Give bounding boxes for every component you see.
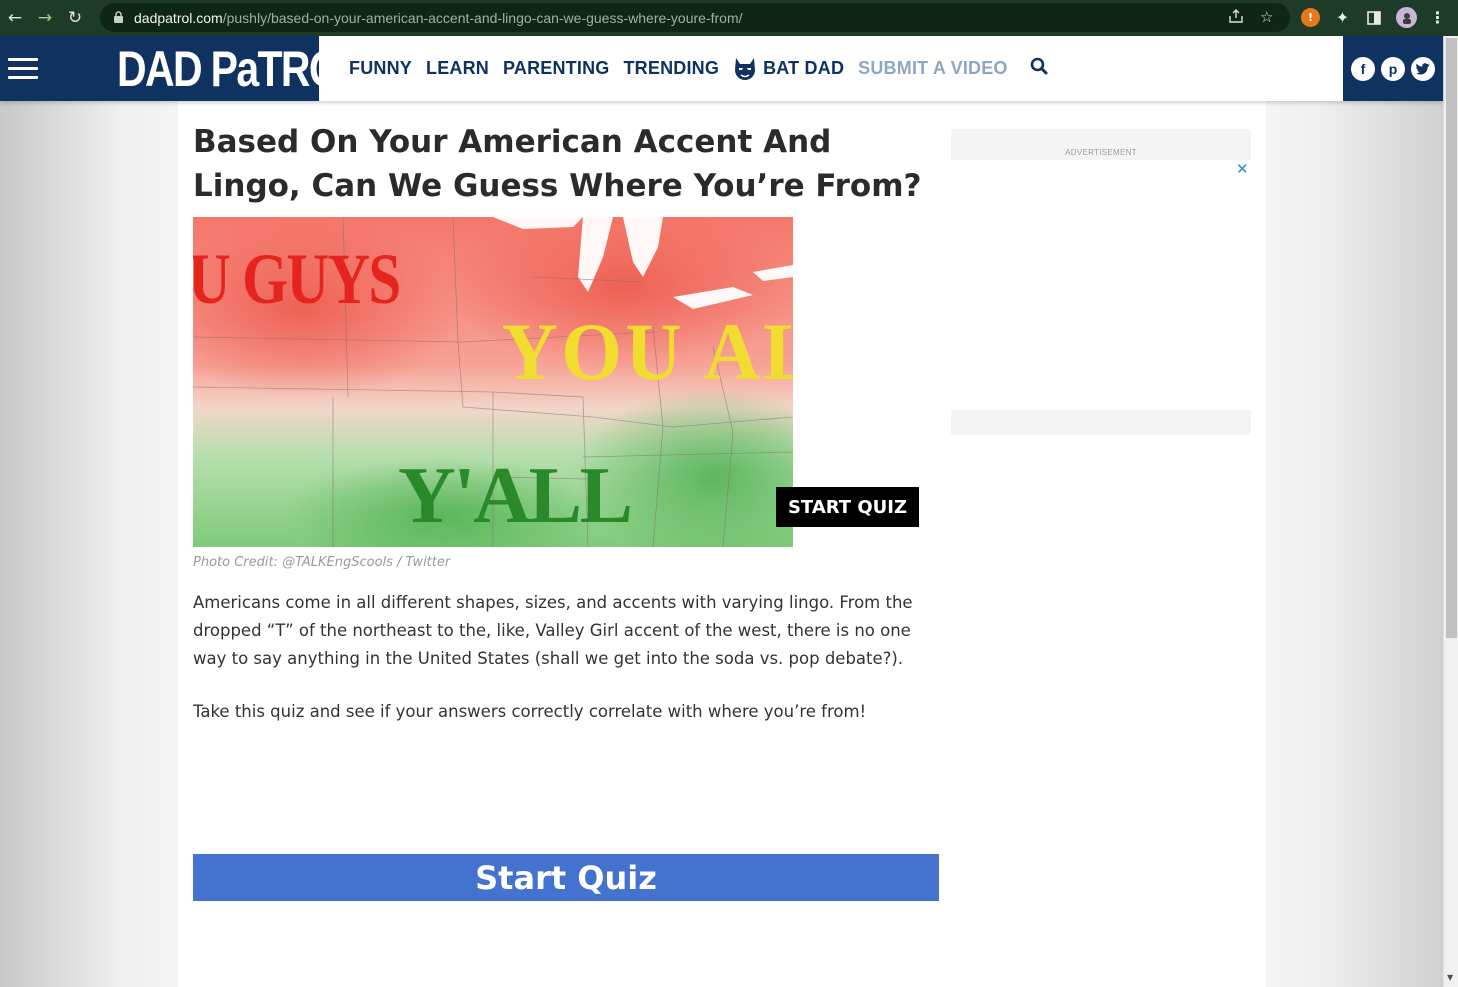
start-quiz-badge[interactable]: START QUIZ bbox=[776, 487, 919, 527]
scroll-thumb[interactable] bbox=[1446, 38, 1457, 638]
site-header: DAD PaTROL FUNNY LEARN PARENTING TRENDIN… bbox=[0, 36, 1443, 101]
hero-map-image: U GUYS YOU AL Y'ALL bbox=[193, 217, 793, 547]
article-body: Americans come in all different shapes, … bbox=[193, 589, 938, 751]
address-bar[interactable]: dadpatrol.com/pushly/based-on-your-ameri… bbox=[100, 3, 1290, 32]
bat-mask-icon bbox=[735, 57, 756, 80]
nav-bat-dad[interactable]: BAT DAD bbox=[733, 56, 844, 82]
svg-text:U GUYS: U GUYS bbox=[193, 240, 401, 320]
paragraph-intro: Americans come in all different shapes, … bbox=[193, 593, 913, 668]
bookmark-star-icon[interactable]: ☆ bbox=[1260, 8, 1273, 26]
page-scrollbar[interactable]: ▲ ▼ bbox=[1443, 36, 1458, 987]
main-nav: FUNNY LEARN PARENTING TRENDING BAT DAD S… bbox=[349, 36, 1048, 101]
nav-submit-video[interactable]: SUBMIT A VIDEO bbox=[858, 58, 1007, 79]
forward-icon[interactable]: → bbox=[30, 3, 60, 33]
twitter-icon[interactable] bbox=[1411, 56, 1435, 81]
hamburger-menu-icon[interactable] bbox=[8, 58, 38, 80]
start-quiz-button[interactable]: Start Quiz bbox=[193, 854, 939, 901]
facebook-icon[interactable]: f bbox=[1351, 56, 1375, 81]
nav-bat-dad-label: BAT DAD bbox=[763, 58, 845, 78]
nav-trending[interactable]: TRENDING bbox=[623, 58, 719, 79]
sidepanel-icon[interactable] bbox=[1364, 8, 1383, 27]
pinterest-icon[interactable]: p bbox=[1381, 56, 1405, 81]
browser-toolbar: ← → ↻ dadpatrol.com/pushly/based-on-your… bbox=[0, 0, 1458, 36]
search-icon[interactable] bbox=[1030, 57, 1048, 80]
svg-text:YOU AL: YOU AL bbox=[502, 307, 793, 397]
profile-avatar[interactable] bbox=[1396, 7, 1417, 28]
back-icon[interactable]: ← bbox=[0, 3, 30, 33]
url-domain: dadpatrol.com bbox=[134, 9, 223, 26]
advertisement-label: ADVERTISEMENT bbox=[1065, 148, 1137, 157]
extension-shield-icon[interactable]: ! bbox=[1301, 8, 1320, 27]
url-text: dadpatrol.com/pushly/based-on-your-ameri… bbox=[134, 10, 743, 26]
site-logo[interactable]: DAD PaTROL bbox=[117, 41, 364, 97]
article-title: Based On Your American Accent And Lingo,… bbox=[193, 124, 922, 204]
lock-icon bbox=[113, 11, 124, 24]
svg-text:Y'ALL: Y'ALL bbox=[398, 452, 633, 540]
nav-funny[interactable]: FUNNY bbox=[349, 58, 412, 79]
share-icon[interactable] bbox=[1228, 8, 1244, 28]
extensions-puzzle-icon[interactable]: ✦ bbox=[1333, 8, 1352, 27]
photo-credit: Photo Credit: @TALKEngScools / Twitter bbox=[193, 555, 451, 570]
nav-learn[interactable]: LEARN bbox=[426, 58, 489, 79]
url-path: /pushly/based-on-your-american-accent-an… bbox=[222, 9, 743, 26]
browser-menu-icon[interactable]: ⋮ bbox=[1428, 8, 1447, 27]
ad-header: ADVERTISEMENT bbox=[951, 129, 1251, 160]
nav-parenting[interactable]: PARENTING bbox=[503, 58, 609, 79]
ad-close-icon[interactable]: ✕ bbox=[1236, 160, 1249, 178]
social-links: f p bbox=[1343, 36, 1443, 101]
brand-block: DAD PaTROL bbox=[0, 36, 364, 101]
reload-icon[interactable]: ↻ bbox=[60, 3, 90, 33]
paragraph-cta: Take this quiz and see if your answers c… bbox=[193, 702, 867, 721]
scroll-down-icon[interactable]: ▼ bbox=[1447, 973, 1453, 982]
ad-footer bbox=[951, 410, 1251, 435]
